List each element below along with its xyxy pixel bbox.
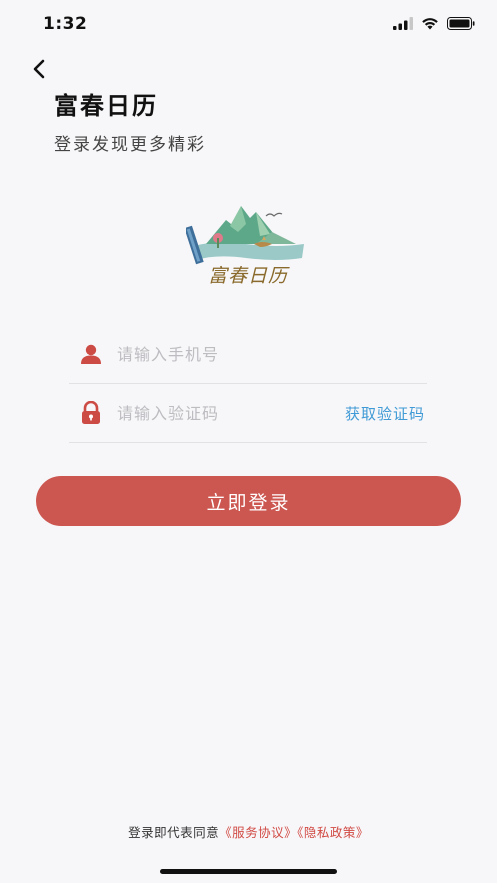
wifi-icon — [421, 15, 439, 34]
status-bar: 1:32 — [0, 0, 497, 50]
signal-icon — [393, 15, 413, 34]
service-agreement-link[interactable]: 《服务协议》 — [219, 825, 297, 840]
agreement-text: 登录即代表同意《服务协议》《隐私政策》 — [0, 822, 497, 841]
page-title: 富春日历 — [54, 92, 158, 120]
code-field-row: 获取验证码 — [69, 384, 427, 443]
phone-field-row — [69, 325, 427, 384]
login-button[interactable]: 立即登录 — [36, 476, 461, 526]
privacy-policy-link[interactable]: 《隐私政策》 — [297, 825, 369, 840]
status-time: 1:32 — [43, 14, 88, 34]
code-input[interactable] — [117, 398, 345, 428]
page-subtitle: 登录发现更多精彩 — [54, 135, 206, 155]
lock-icon — [79, 401, 103, 425]
back-button[interactable] — [26, 58, 52, 84]
get-code-button[interactable]: 获取验证码 — [345, 403, 425, 424]
chevron-left-icon — [32, 59, 46, 83]
phone-input[interactable] — [117, 339, 427, 369]
logo-text: 富春日历 — [207, 265, 288, 287]
home-indicator — [160, 869, 337, 874]
battery-icon — [447, 15, 475, 34]
user-icon — [79, 342, 103, 366]
agreement-prefix: 登录即代表同意 — [128, 825, 220, 840]
app-logo: 富春日历 — [184, 198, 310, 292]
status-icons — [393, 16, 475, 32]
